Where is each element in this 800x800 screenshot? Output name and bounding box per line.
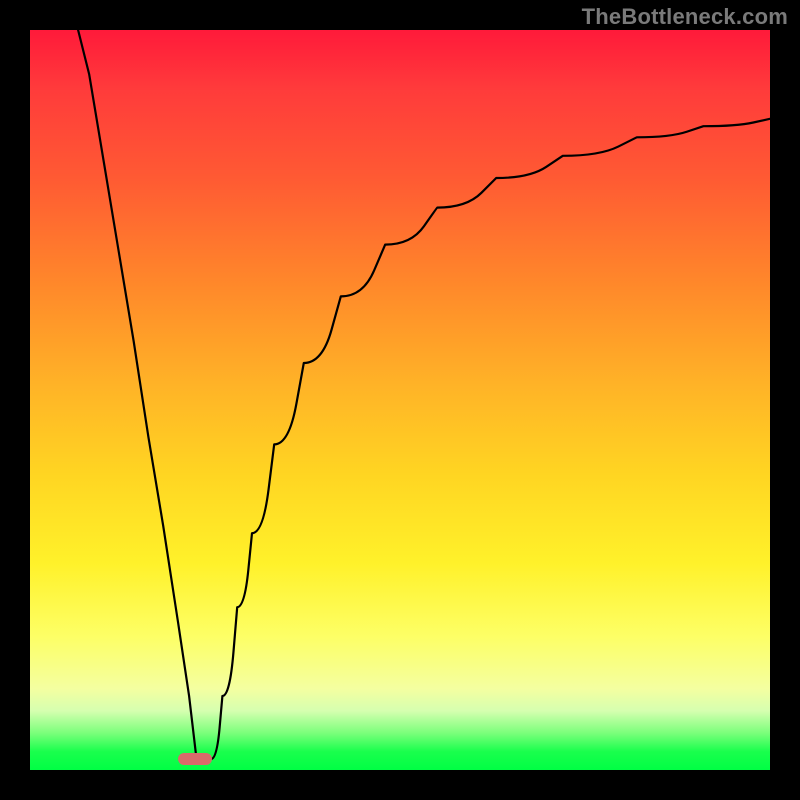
chart-frame: TheBottleneck.com xyxy=(0,0,800,800)
plot-area xyxy=(30,30,770,770)
watermark-text: TheBottleneck.com xyxy=(582,4,788,30)
bottleneck-curve xyxy=(30,30,770,770)
curve-path xyxy=(78,30,770,759)
optimal-marker xyxy=(178,753,211,765)
